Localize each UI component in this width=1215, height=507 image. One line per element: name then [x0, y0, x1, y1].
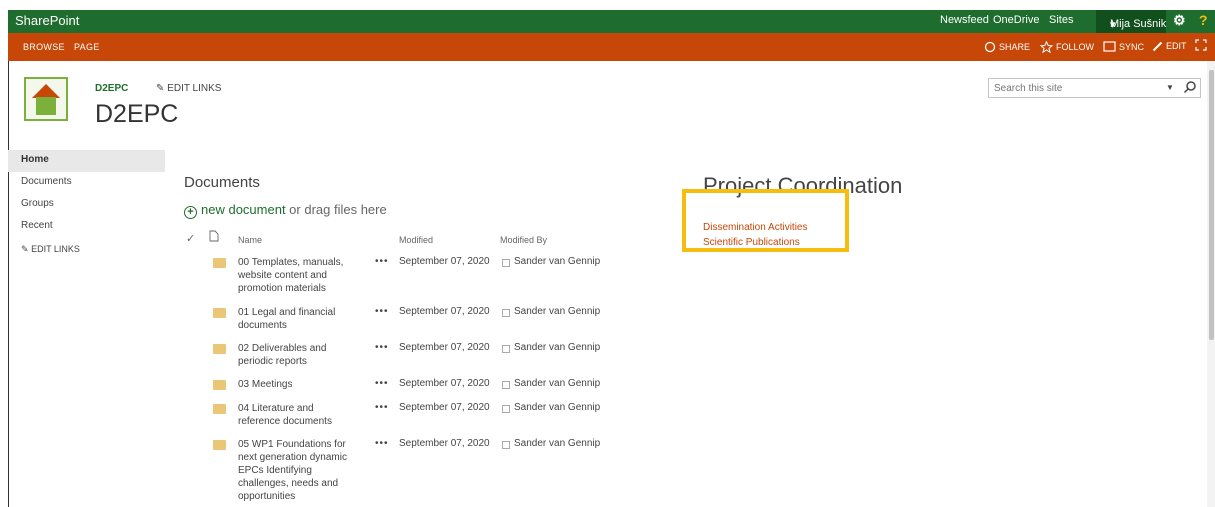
share-label: SHARE [999, 42, 1031, 52]
tab-page[interactable]: PAGE [74, 42, 100, 52]
pencil-icon [1152, 41, 1163, 52]
modified-by-link[interactable]: Sander van Gennip [514, 256, 600, 267]
modified-date: September 07, 2020 [399, 256, 490, 267]
column-header-modified-by[interactable]: Modified By [500, 235, 547, 245]
modified-date: September 07, 2020 [399, 378, 490, 389]
documents-webpart-title[interactable]: Documents [184, 174, 260, 191]
onedrive-link[interactable]: OneDrive [993, 14, 1039, 26]
add-icon[interactable]: + [184, 206, 197, 219]
focus-mode-icon[interactable] [1195, 39, 1210, 51]
user-name: Mija Sušnik [1110, 18, 1167, 30]
ribbon: BROWSE PAGE SHARE FOLLOW SYNC EDIT [8, 33, 1215, 61]
sync-icon [1103, 41, 1116, 52]
more-options-icon[interactable]: ••• [375, 342, 389, 353]
folder-name[interactable]: 00 Templates, manuals, website content a… [238, 256, 358, 295]
house-icon [36, 97, 56, 115]
tab-browse[interactable]: BROWSE [23, 42, 65, 52]
gear-icon[interactable]: ⚙ [1173, 12, 1186, 29]
column-header-name[interactable]: Name [238, 235, 262, 245]
folder-icon [213, 344, 226, 354]
folder-icon [213, 380, 226, 390]
edit-button[interactable]: EDIT [1152, 41, 1187, 52]
folder-name[interactable]: 02 Deliverables and periodic reports [238, 342, 358, 368]
modified-by-link[interactable]: Sander van Gennip [514, 402, 600, 413]
more-options-icon[interactable]: ••• [375, 402, 389, 413]
sharepoint-brand-link[interactable]: SharePoint [15, 13, 79, 28]
drag-files-hint: or drag files here [285, 202, 387, 217]
pencil-icon: ✎ [156, 83, 165, 94]
highlight-box [682, 189, 849, 252]
modified-date: September 07, 2020 [399, 306, 490, 317]
more-options-icon[interactable]: ••• [375, 438, 389, 449]
quick-launch: Home Documents Groups Recent ✎ EDIT LINK… [8, 150, 165, 255]
more-options-icon[interactable]: ••• [375, 306, 389, 317]
presence-icon [502, 441, 510, 449]
scrollbar-thumb[interactable] [1209, 70, 1214, 340]
more-options-icon[interactable]: ••• [375, 256, 389, 267]
folder-name[interactable]: 01 Legal and financial documents [238, 306, 358, 332]
star-icon [1039, 40, 1054, 54]
folder-icon [213, 440, 226, 450]
site-logo[interactable] [24, 77, 68, 121]
new-document-link[interactable]: new document [201, 202, 286, 217]
modified-date: September 07, 2020 [399, 402, 490, 413]
page-title: D2EPC [95, 100, 179, 128]
modified-date: September 07, 2020 [399, 342, 490, 353]
pencil-icon: ✎ [21, 244, 29, 254]
edit-label: EDIT [1166, 41, 1187, 51]
document-type-icon [209, 230, 219, 242]
site-link[interactable]: D2EPC [95, 83, 128, 94]
sites-link[interactable]: Sites [1049, 14, 1073, 26]
select-all-check-icon[interactable]: ✓ [186, 232, 195, 245]
edit-links-nav-label: EDIT LINKS [31, 244, 80, 254]
search-icon[interactable] [1183, 80, 1197, 94]
edit-links-top[interactable]: ✎ EDIT LINKS [156, 83, 221, 94]
modified-by-link[interactable]: Sander van Gennip [514, 378, 600, 389]
search-scope-dropdown-icon[interactable]: ▼ [1166, 83, 1174, 92]
newsfeed-link[interactable]: Newsfeed [940, 14, 989, 26]
folder-name[interactable]: 04 Literature and reference documents [238, 402, 358, 428]
help-icon[interactable]: ? [1199, 12, 1208, 28]
nav-item-recent[interactable]: Recent [8, 216, 165, 238]
follow-button[interactable]: FOLLOW [1039, 40, 1095, 54]
presence-icon [502, 345, 510, 353]
user-menu-button[interactable]: Mija Sušnik ▾ [1096, 10, 1166, 33]
presence-icon [502, 259, 510, 267]
folder-icon [213, 308, 226, 318]
folder-icon [213, 258, 226, 268]
edit-links-nav[interactable]: ✎ EDIT LINKS [8, 238, 165, 255]
presence-icon [502, 381, 510, 389]
sync-label: SYNC [1119, 42, 1145, 52]
edit-links-label: EDIT LINKS [167, 83, 222, 94]
nav-item-documents[interactable]: Documents [8, 172, 165, 194]
folder-name[interactable]: 03 Meetings [238, 378, 358, 391]
search-box: ▼ [988, 78, 1201, 98]
share-icon [984, 41, 996, 53]
follow-label: FOLLOW [1056, 42, 1095, 52]
presence-icon [502, 405, 510, 413]
modified-by-link[interactable]: Sander van Gennip [514, 438, 600, 449]
suite-bar: SharePoint Newsfeed OneDrive Sites Mija … [8, 10, 1215, 33]
nav-item-home[interactable]: Home [8, 150, 165, 172]
column-header-modified[interactable]: Modified [399, 235, 433, 245]
folder-name[interactable]: 05 WP1 Foundations for next generation d… [238, 438, 358, 503]
search-input[interactable] [989, 79, 1159, 97]
modified-by-link[interactable]: Sander van Gennip [514, 342, 600, 353]
new-document-area: + new document or drag files here [184, 202, 387, 219]
sync-button[interactable]: SYNC [1103, 41, 1144, 53]
modified-date: September 07, 2020 [399, 438, 490, 449]
more-options-icon[interactable]: ••• [375, 378, 389, 389]
share-button[interactable]: SHARE [984, 41, 1030, 53]
folder-icon [213, 404, 226, 414]
page-border [8, 61, 9, 507]
modified-by-link[interactable]: Sander van Gennip [514, 306, 600, 317]
nav-item-groups[interactable]: Groups [8, 194, 165, 216]
presence-icon [502, 309, 510, 317]
chevron-down-icon: ▾ [1110, 19, 1116, 31]
